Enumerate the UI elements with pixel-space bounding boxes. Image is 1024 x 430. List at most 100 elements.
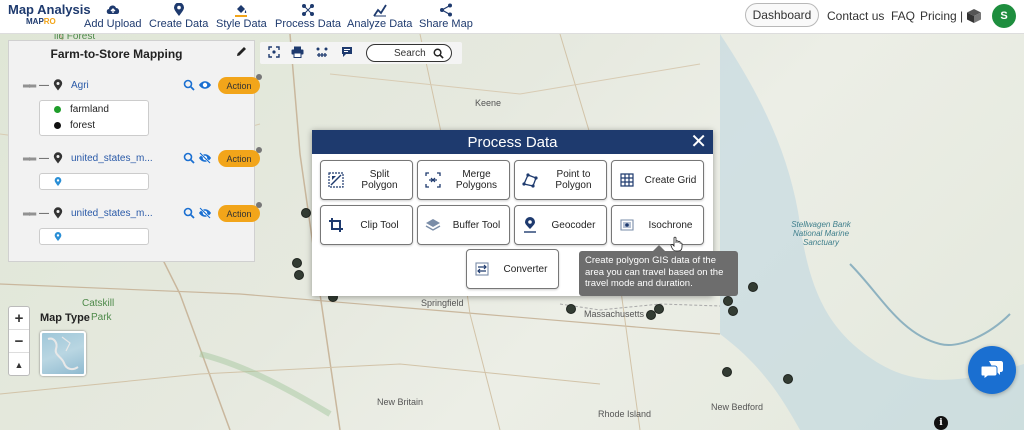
action-button[interactable]: Action [218,202,262,222]
nav-analyze-data[interactable]: Analyze Data [347,3,412,30]
point-to-polygon-button[interactable]: Point to Polygon [514,160,607,200]
layer-legend [39,228,149,245]
action-button[interactable]: Action [218,74,262,94]
map-label-springfield: Springfield [421,298,464,308]
eye-icon[interactable] [198,79,212,91]
layer-name[interactable]: Agri [71,80,155,91]
drag-handle-icon[interactable]: ══ [23,81,36,92]
pricing-link[interactable]: Pricing | [920,9,963,23]
buffer-tool-button[interactable]: Buffer Tool [417,205,510,245]
measure-icon[interactable] [316,46,328,58]
map-type-thumbnail[interactable] [40,331,86,376]
nav-style-data[interactable]: Style Data [216,3,267,30]
layer-row[interactable]: ══ — united_states_m... Action [23,147,262,168]
crop-icon [329,218,343,232]
point-to-polygon-icon [522,173,538,188]
chat-icon [980,361,1003,380]
zoom-in-button[interactable]: + [9,307,29,330]
nav-label: Share Map [419,18,473,30]
map-pin-icon [53,79,63,91]
nav-label: Style Data [216,18,267,30]
nav-create-data[interactable]: Create Data [149,3,208,30]
nav-share-map[interactable]: Share Map [419,3,473,30]
layer-name[interactable]: united_states_m... [71,153,155,164]
converter-button[interactable]: Converter [466,249,559,289]
map-marker[interactable] [748,282,758,292]
map-label-keene: Keene [475,98,502,108]
modal-title: Process Data [467,133,558,151]
modal-header: Process Data ✕ [312,130,713,154]
clip-tool-button[interactable]: Clip Tool [320,205,413,245]
print-icon[interactable] [291,46,304,58]
zoom-to-layer-icon[interactable] [183,207,195,219]
map-marker[interactable] [292,258,302,268]
layer-legend [39,173,149,190]
chat-button[interactable] [968,346,1016,394]
point-marker-icon [54,232,62,241]
action-button[interactable]: Action [218,147,262,167]
map-marker[interactable] [646,310,656,320]
faq-link[interactable]: FAQ [891,9,915,23]
reset-north-button[interactable]: ▲ [9,353,29,376]
nav-add-upload[interactable]: Add Upload [84,3,142,30]
layer-legend: farmland forest [39,100,149,136]
isochrone-button[interactable]: Isochrone [611,205,704,245]
layer-panel: Farm-to-Store Mapping ══ — Agri Action f… [8,40,262,262]
comment-icon[interactable] [341,46,353,58]
collapse-icon[interactable]: — [39,208,49,219]
collapse-icon[interactable]: — [39,80,49,91]
zoom-to-layer-icon[interactable] [183,79,195,91]
map-marker[interactable] [728,306,738,316]
hand-cursor-icon [670,236,683,252]
cube-icon[interactable] [966,8,982,24]
map-toolbar: Search [260,42,462,64]
layer-row[interactable]: ══ — united_states_m... Action [23,202,262,223]
layer-row[interactable]: ══ — Agri Action [23,74,262,95]
map-label-park: Park [91,312,112,323]
isochrone-tooltip: Create polygon GIS data of the area you … [579,245,738,296]
contact-us-link[interactable]: Contact us [827,9,884,23]
map-marker[interactable] [566,304,576,314]
merge-polygons-button[interactable]: Merge Polygons [417,160,510,200]
drag-handle-icon[interactable]: ══ [23,209,36,220]
layers-icon [425,219,441,231]
app-logo[interactable]: Map Analysis MAPRO [8,2,91,26]
point-marker-icon [54,177,62,186]
map-label-massachusetts: Massachusetts [584,309,645,319]
dashboard-button[interactable]: Dashboard [745,3,819,27]
create-grid-button[interactable]: Create Grid [611,160,704,200]
process-nodes-icon [302,4,315,16]
map-label-new-britain: New Britain [377,397,424,407]
map-marker[interactable] [723,296,733,306]
search-label: Search [394,47,426,59]
map-marker[interactable] [783,374,793,384]
eye-off-icon[interactable] [198,152,212,164]
map-label-catskill: Catskill [82,298,115,309]
merge-polygons-icon [425,172,441,188]
geocoder-button[interactable]: Geocoder [514,205,607,245]
cloud-upload-icon [106,5,119,14]
collapse-icon[interactable]: — [39,153,49,164]
search-icon [433,48,444,59]
zoom-out-button[interactable]: − [9,330,29,353]
split-polygon-button[interactable]: Split Polygon [320,160,413,200]
top-navigation-bar: Map Analysis MAPRO Add Upload Create Dat… [0,0,1024,34]
zoom-to-layer-icon[interactable] [183,152,195,164]
eye-off-icon[interactable] [198,207,212,219]
split-polygon-icon [328,172,344,188]
close-icon[interactable]: ✕ [690,131,707,153]
layer-name[interactable]: united_states_m... [71,208,155,219]
map-marker[interactable] [722,367,732,377]
map-marker[interactable] [301,208,311,218]
fit-extent-icon[interactable] [268,46,280,58]
pencil-icon[interactable] [235,45,248,58]
search-button[interactable]: Search [366,44,452,62]
user-avatar[interactable]: S [992,4,1016,28]
map-marker[interactable] [294,270,304,280]
nav-process-data[interactable]: Process Data [275,3,341,30]
nav-label: Analyze Data [347,18,413,30]
drag-handle-icon[interactable]: ══ [23,154,36,165]
info-icon[interactable]: i [934,416,948,430]
project-title: Farm-to-Store Mapping [50,47,183,61]
legend-item-farmland: farmland [40,101,148,117]
